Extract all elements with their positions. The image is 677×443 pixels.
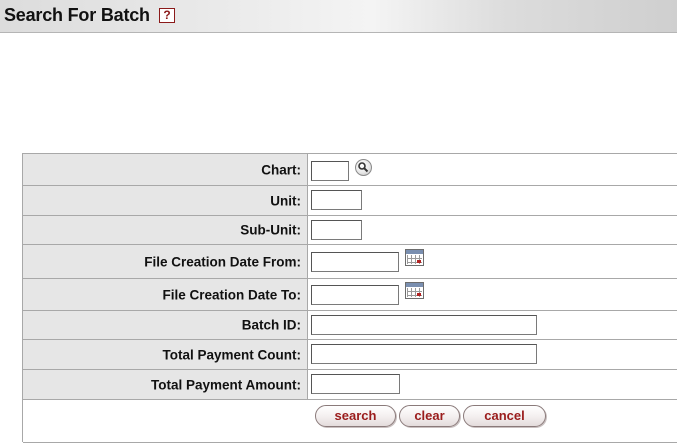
page-title: Search For Batch xyxy=(4,5,150,25)
button-row: search clear cancel xyxy=(23,400,677,443)
form-row-date-to: File Creation Date To: xyxy=(23,279,677,311)
form-row-payment-amount: Total Payment Amount: xyxy=(23,370,677,400)
sub-unit-input[interactable] xyxy=(311,220,362,240)
batch-id-input[interactable] xyxy=(311,315,537,335)
chart-label: Chart: xyxy=(261,162,301,177)
batch-id-label: Batch ID: xyxy=(241,317,301,333)
form-row-unit: Unit: xyxy=(23,186,677,216)
payment-count-input[interactable] xyxy=(311,344,537,364)
form-row-chart: Chart: xyxy=(23,154,677,186)
form-row-payment-count: Total Payment Count: xyxy=(23,340,677,370)
date-to-label: File Creation Date To: xyxy=(162,287,301,302)
cancel-button[interactable]: cancel xyxy=(463,405,546,427)
date-from-label: File Creation Date From: xyxy=(144,254,301,269)
clear-button[interactable]: clear xyxy=(399,405,460,427)
search-button[interactable]: search xyxy=(315,405,396,427)
sub-unit-label: Sub-Unit: xyxy=(240,222,301,238)
date-from-input[interactable] xyxy=(311,252,399,272)
unit-label: Unit: xyxy=(270,193,301,208)
page-header: Search For Batch ? xyxy=(0,0,677,33)
search-form: Chart: Unit: Sub-Unit: File Creation Dat… xyxy=(22,153,677,443)
chart-input[interactable] xyxy=(311,161,349,181)
help-icon[interactable]: ? xyxy=(159,8,175,23)
form-row-sub-unit: Sub-Unit: xyxy=(23,216,677,245)
calendar-icon[interactable] xyxy=(405,249,424,266)
form-row-batch-id: Batch ID: xyxy=(23,311,677,340)
form-row-date-from: File Creation Date From: xyxy=(23,245,677,279)
unit-input[interactable] xyxy=(311,190,362,210)
payment-amount-input[interactable] xyxy=(311,374,400,394)
payment-amount-label: Total Payment Amount: xyxy=(150,377,301,392)
payment-count-label: Total Payment Count: xyxy=(162,347,301,362)
date-to-input[interactable] xyxy=(311,285,399,305)
calendar-icon[interactable] xyxy=(405,282,424,299)
lookup-icon[interactable] xyxy=(355,159,372,176)
